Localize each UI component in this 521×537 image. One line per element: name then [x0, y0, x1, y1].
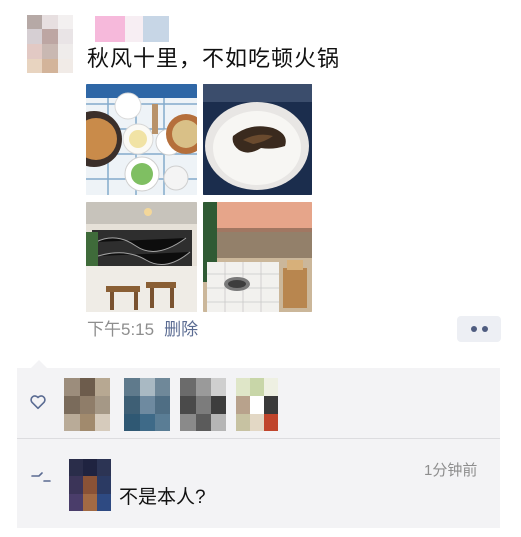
- more-button[interactable]: [457, 316, 501, 342]
- photo-hotpot-restaurant[interactable]: [203, 202, 312, 312]
- poster-avatar[interactable]: [27, 15, 73, 73]
- delete-button[interactable]: 删除: [164, 320, 198, 339]
- liker-avatar[interactable]: [180, 378, 226, 431]
- post-text: 秋风十里，不如吃顿火锅: [87, 46, 341, 71]
- comment-text[interactable]: 不是本人?: [119, 485, 206, 511]
- post-meta: 下午5:15 删除: [87, 318, 198, 342]
- liker-avatar[interactable]: [64, 378, 110, 431]
- commenter-avatar[interactable]: [69, 459, 111, 511]
- comment-bubble-icon: [31, 472, 51, 482]
- comment-time: 1分钟前: [424, 462, 478, 479]
- heart-icon: [30, 395, 46, 410]
- photo-restaurant-interior[interactable]: [86, 202, 197, 312]
- liker-avatar[interactable]: [236, 378, 278, 431]
- more-dots-icon-dot: [482, 326, 488, 332]
- post-time: 下午5:15: [87, 320, 155, 339]
- more-dots-icon: [471, 326, 477, 332]
- panel-arrow: [31, 360, 47, 368]
- photo-hotpot-table[interactable]: [86, 84, 197, 195]
- panel-divider: [17, 438, 500, 439]
- photo-food-plate[interactable]: [203, 84, 312, 195]
- poster-name[interactable]: [95, 16, 169, 42]
- liker-avatar[interactable]: [124, 378, 170, 431]
